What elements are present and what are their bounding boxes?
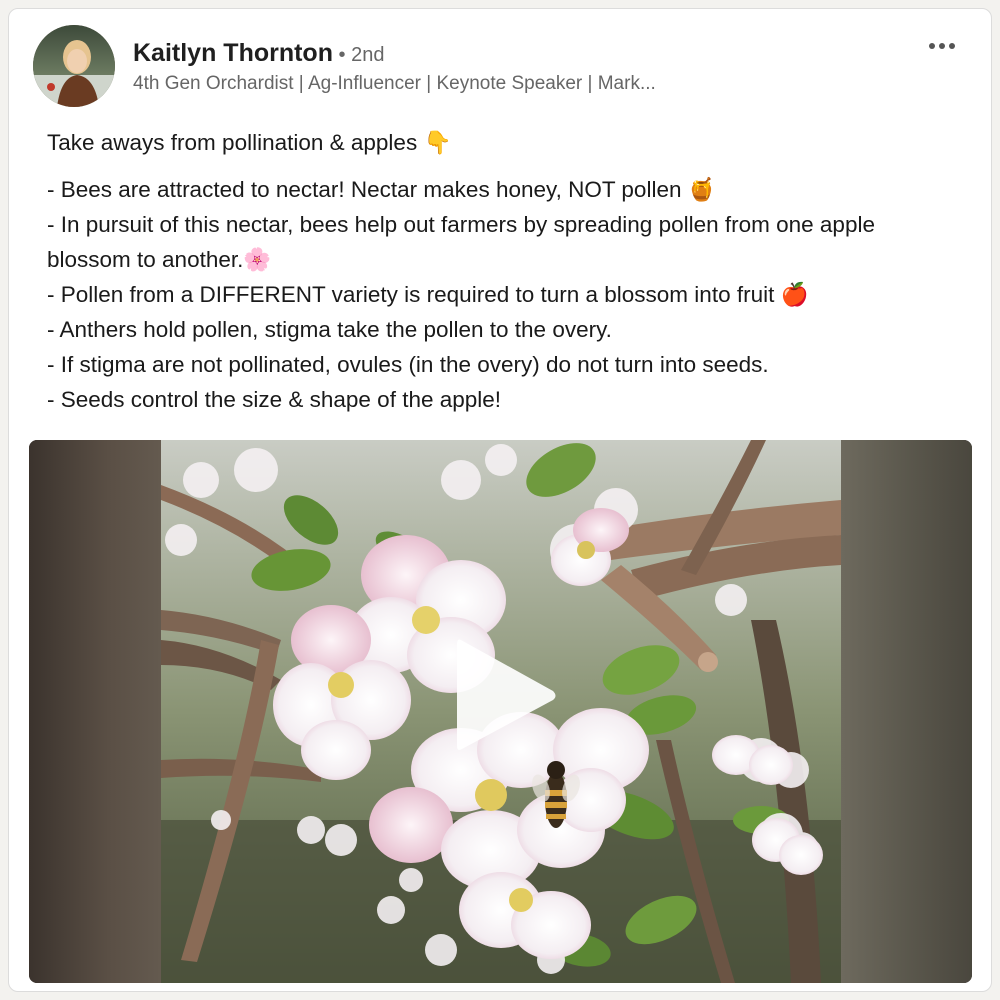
play-icon[interactable] [435, 630, 565, 760]
avatar-photo [33, 25, 115, 107]
post-line: - Bees are attracted to nectar! Nectar m… [47, 177, 716, 202]
post-line: - Pollen from a DIFFERENT variety is req… [47, 282, 809, 307]
author-avatar[interactable] [33, 25, 115, 107]
post-line: - Anthers hold pollen, stigma take the p… [47, 317, 612, 342]
post-line: - If stigma are not pollinated, ovules (… [47, 352, 769, 377]
video-side-blur-right [840, 440, 972, 983]
author-info: Kaitlyn Thornton • 2nd [133, 39, 384, 68]
connection-degree: • 2nd [332, 44, 385, 66]
more-options-icon [939, 43, 945, 49]
video-player[interactable] [29, 440, 972, 983]
more-options-button[interactable] [917, 31, 967, 61]
more-options-icon [949, 43, 955, 49]
post-line: - Seeds control the size & shape of the … [47, 387, 502, 412]
more-options-icon [929, 43, 935, 49]
author-headline: 4th Gen Orchardist | Ag-Influencer | Key… [133, 73, 656, 94]
video-side-blur-left [29, 440, 161, 983]
post-card: Kaitlyn Thornton • 2nd 4th Gen Orchardis… [8, 8, 992, 992]
post-line: - In pursuit of this nectar, bees help o… [47, 212, 875, 272]
post-intro: Take aways from pollination & apples 👇 [47, 130, 452, 155]
post-text: Take aways from pollination & apples 👇 -… [47, 125, 947, 417]
author-name[interactable]: Kaitlyn Thornton [133, 39, 333, 67]
